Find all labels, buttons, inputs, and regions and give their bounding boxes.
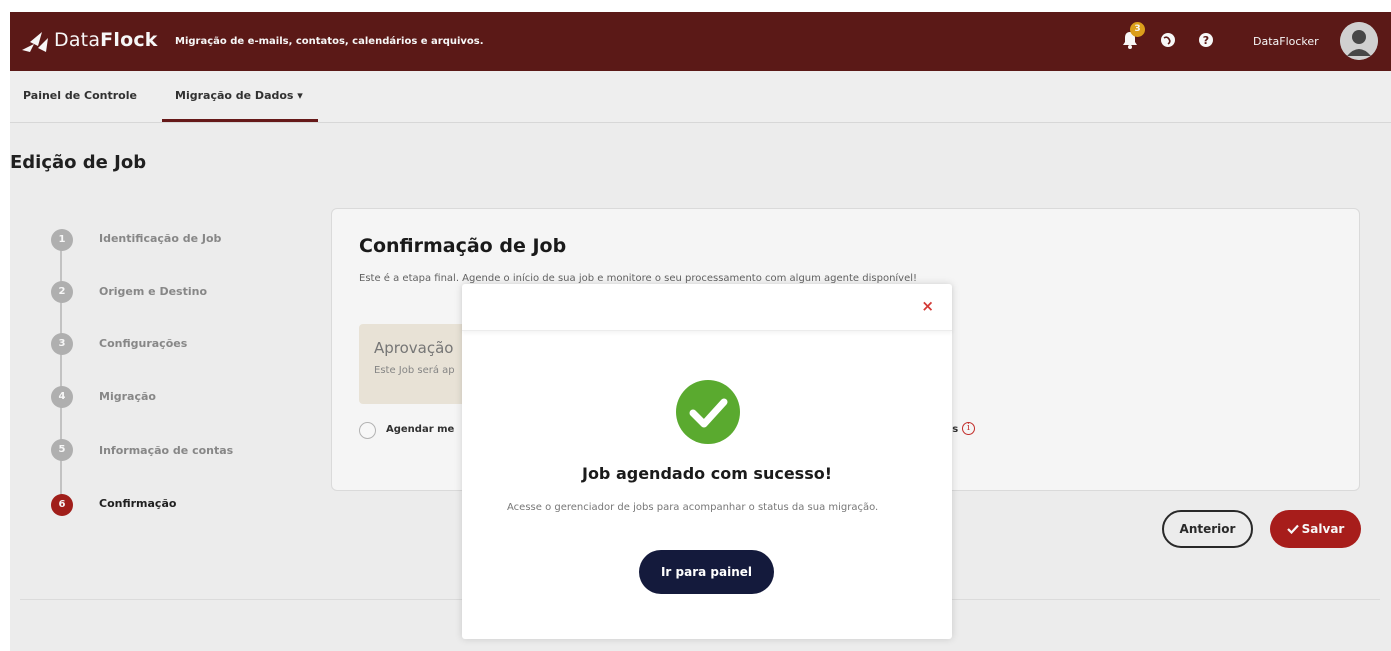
modal-header: × xyxy=(462,284,952,331)
app-window: DataFlock Migração de e-mails, contatos,… xyxy=(10,12,1391,651)
modal-text: Acesse o gerenciador de jobs para acompa… xyxy=(507,502,879,513)
success-check-icon xyxy=(676,380,740,444)
modal-title: Job agendado com sucesso! xyxy=(581,464,833,483)
success-modal: × Job agendado com sucesso! Acesse o ger… xyxy=(462,284,952,639)
close-icon[interactable]: × xyxy=(921,297,934,315)
go-to-dashboard-button[interactable]: Ir para painel xyxy=(639,550,774,594)
